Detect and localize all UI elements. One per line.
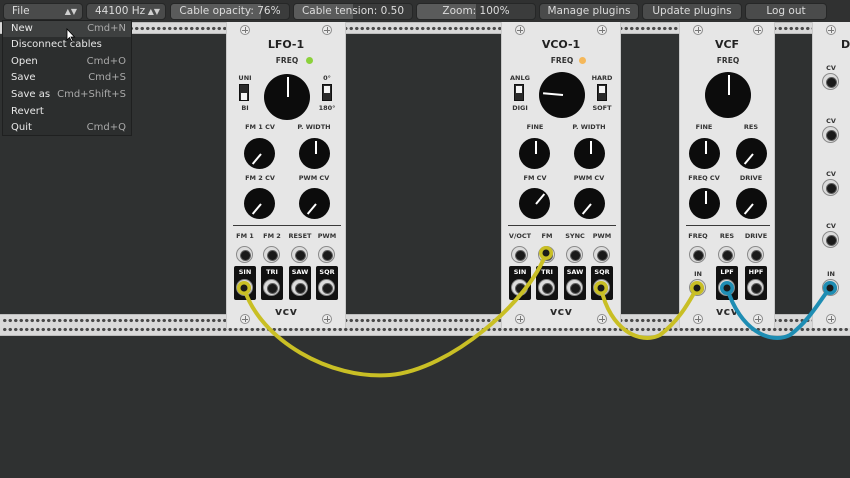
menu-item-save-as[interactable]: Save as Cmd+Shift+S — [3, 87, 131, 103]
yellow-cable-vco-to-vcf[interactable] — [599, 286, 699, 340]
yellow-cable-lfo-to-vco[interactable] — [242, 251, 548, 378]
cable-plug-hole — [723, 284, 731, 292]
menu-item-label: New — [11, 23, 33, 34]
menu-item-quit[interactable]: Quit Cmd+Q — [3, 120, 131, 136]
cable-plug-hole — [542, 249, 550, 257]
menu-item-revert[interactable]: Revert — [3, 104, 131, 120]
menu-item-label: Save as — [11, 89, 51, 100]
menu-item-shortcut: Cmd+Q — [86, 122, 126, 133]
menu-item-shortcut: Cmd+O — [86, 56, 126, 67]
menu-item-shortcut: Cmd+Shift+S — [57, 89, 126, 100]
cable-plug-hole — [693, 284, 701, 292]
menu-item-shortcut: Cmd+N — [87, 23, 126, 34]
menu-item-label: Disconnect cables — [11, 39, 102, 50]
menu-item-label: Open — [11, 56, 38, 67]
menu-item-label: Revert — [11, 106, 44, 117]
cable-plug-hole — [240, 284, 248, 292]
cable-plug-hole — [826, 284, 834, 292]
cable-plug-hole — [597, 284, 605, 292]
mouse-pointer-icon — [66, 28, 76, 42]
menu-item-save[interactable]: Save Cmd+S — [3, 70, 131, 86]
menu-item-shortcut: Cmd+S — [88, 72, 126, 83]
blue-cable-vcf-out[interactable] — [725, 286, 832, 340]
menu-item-label: Quit — [11, 122, 32, 133]
menu-item-label: Save — [11, 72, 36, 83]
menu-item-open[interactable]: Open Cmd+O — [3, 54, 131, 70]
